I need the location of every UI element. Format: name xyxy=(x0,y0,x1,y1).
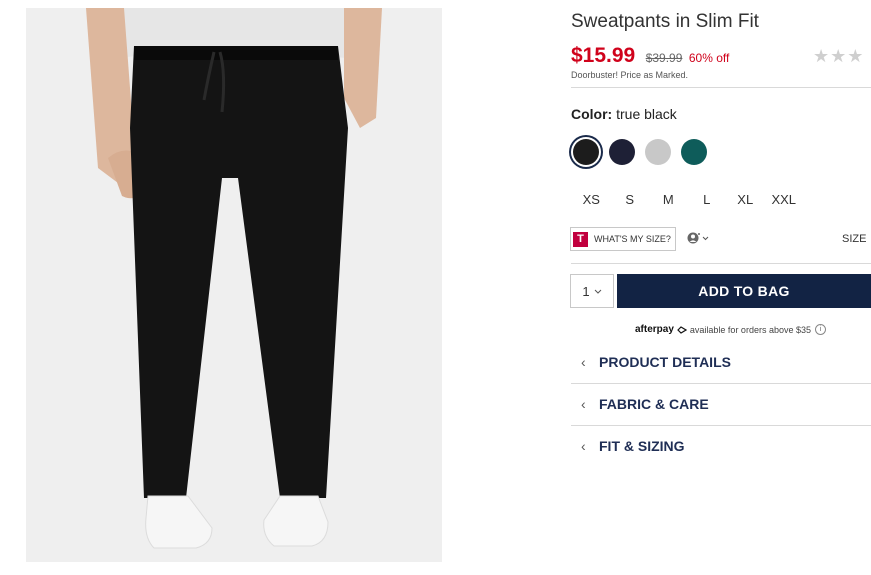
swatch-navy[interactable] xyxy=(609,139,635,165)
info-icon[interactable]: i xyxy=(814,324,826,335)
quantity-select[interactable]: 1 xyxy=(570,274,614,308)
sale-price: $15.99 xyxy=(571,44,636,67)
rating-stars[interactable]: ★★★ xyxy=(813,46,864,67)
afterpay-arrows-icon xyxy=(677,325,687,334)
size-option[interactable]: S xyxy=(611,192,650,207)
original-price: $39.99 xyxy=(645,51,683,65)
afterpay-message: afterpay available for orders above $35 … xyxy=(635,324,826,335)
profile-dropdown[interactable] xyxy=(687,232,709,244)
accordion-label: PRODUCT DETAILS xyxy=(599,354,731,370)
color-selected: true black xyxy=(616,106,677,122)
whats-my-size-button[interactable]: T WHAT'S MY SIZE? xyxy=(570,227,676,251)
size-chart-link[interactable]: SIZE xyxy=(842,233,866,245)
discount-label: 60% off xyxy=(688,51,730,65)
size-selector: XS S M L XL XXL xyxy=(572,192,803,207)
accordion-product-details[interactable]: ‹ PRODUCT DETAILS xyxy=(581,354,731,370)
size-option[interactable]: M xyxy=(649,192,688,207)
chevron-left-icon: ‹ xyxy=(581,438,586,454)
divider xyxy=(571,425,871,426)
color-label: Color: xyxy=(571,106,613,122)
accordion-fabric-care[interactable]: ‹ FABRIC & CARE xyxy=(581,396,709,412)
chevron-left-icon: ‹ xyxy=(581,396,586,412)
size-option[interactable]: L xyxy=(688,192,727,207)
sweatpants-photo xyxy=(26,8,442,562)
divider xyxy=(571,263,871,264)
swatch-heather-grey[interactable] xyxy=(645,139,671,165)
product-image[interactable] xyxy=(26,8,442,562)
afterpay-logo: afterpay xyxy=(635,324,674,335)
size-option[interactable]: XS xyxy=(572,192,611,207)
add-to-bag-button[interactable]: ADD TO BAG xyxy=(617,274,871,308)
whats-my-size-label: WHAT'S MY SIZE? xyxy=(594,234,671,244)
price-note: Doorbuster! Price as Marked. xyxy=(571,70,689,80)
true-fit-logo-icon: T xyxy=(573,231,588,247)
size-option[interactable]: XL xyxy=(726,192,765,207)
chevron-down-icon xyxy=(594,289,601,294)
color-label-row: Color: true black xyxy=(571,106,677,122)
quantity-value: 1 xyxy=(582,283,590,299)
accordion-label: FIT & SIZING xyxy=(599,438,685,454)
color-swatches xyxy=(573,139,707,165)
accordion-fit-sizing[interactable]: ‹ FIT & SIZING xyxy=(581,438,685,454)
accordion-label: FABRIC & CARE xyxy=(599,396,709,412)
size-option[interactable]: XXL xyxy=(765,192,804,207)
swatch-true-black[interactable] xyxy=(573,139,599,165)
chevron-left-icon: ‹ xyxy=(581,354,586,370)
divider xyxy=(571,383,871,384)
chevron-down-icon xyxy=(702,236,709,240)
swatch-teal[interactable] xyxy=(681,139,707,165)
product-title: Sweatpants in Slim Fit xyxy=(571,11,759,32)
user-icon xyxy=(687,232,700,244)
afterpay-text: available for orders above $35 xyxy=(689,324,811,335)
divider xyxy=(571,87,871,88)
price-row: $15.99 $39.99 60% off xyxy=(571,44,729,68)
